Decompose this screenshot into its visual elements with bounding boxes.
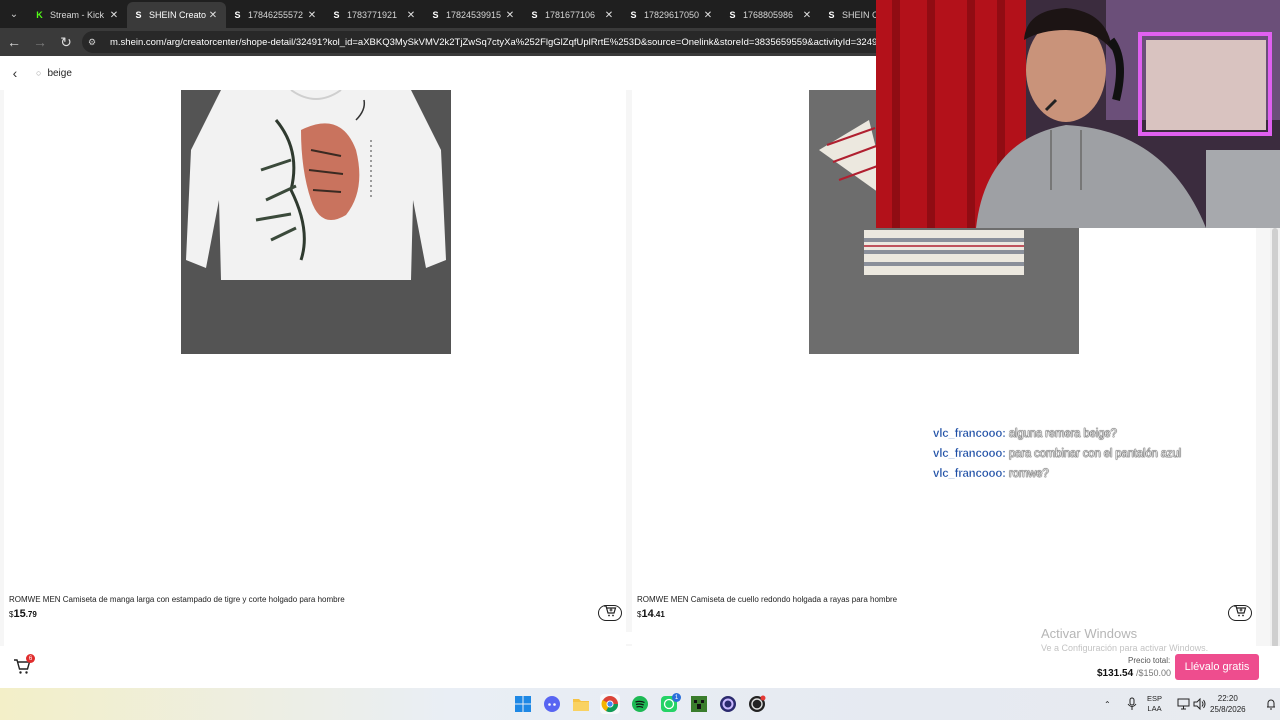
chat-text: para combinar con el pantalón azul xyxy=(1008,448,1182,460)
total-amount: $131.54 xyxy=(1097,668,1134,679)
clock-date: 25/8/2026 xyxy=(1210,705,1246,714)
keyboard-layout: LAA xyxy=(1147,704,1162,713)
notification-icon[interactable] xyxy=(1266,688,1276,720)
back-arrow-icon[interactable]: ← xyxy=(2,30,26,54)
chat-text: romwe? xyxy=(1008,468,1049,480)
close-icon[interactable]: ✕ xyxy=(305,10,319,21)
clock-time: 22:20 xyxy=(1217,694,1238,703)
shein-icon: S xyxy=(828,10,835,20)
stream-chat-overlay: vlc_francooo: alguna remera beige? vlc_f… xyxy=(933,428,1181,488)
page-back-icon[interactable]: ‹ xyxy=(0,65,30,81)
product-price: $14.41 xyxy=(637,608,665,620)
tab-shein-5[interactable]: S 17824539915 ✕ xyxy=(424,2,523,28)
price-cents: .41 xyxy=(653,610,665,619)
tab-label: 1781677106 xyxy=(545,10,596,20)
windows-activation-title: Activar Windows xyxy=(1041,626,1138,641)
price-main: 15 xyxy=(13,608,26,620)
tab-shein-3[interactable]: S 17846255572 ✕ xyxy=(226,2,325,28)
tab-shein-6[interactable]: S 1781677106 ✕ xyxy=(523,2,622,28)
app-icon[interactable] xyxy=(718,694,738,714)
close-icon[interactable]: ✕ xyxy=(107,10,121,21)
chat-username: vlc_francooo: xyxy=(933,428,1006,440)
tray-overflow-icon[interactable]: ⌃ xyxy=(1104,688,1111,720)
tab-label: 17846255572 xyxy=(248,10,304,20)
system-clock[interactable]: 22:20 25/8/2026 xyxy=(1210,693,1246,715)
microphone-icon[interactable] xyxy=(1127,688,1137,720)
shein-icon: S xyxy=(630,10,637,20)
tab-label: Stream - Kick xyxy=(50,10,105,20)
kick-icon: K xyxy=(36,10,43,20)
product-title[interactable]: ROMWE MEN Camiseta de manga larga con es… xyxy=(9,595,345,604)
search-input[interactable]: ○ beige xyxy=(36,68,72,79)
shein-icon: S xyxy=(531,10,538,20)
tab-stream-kick[interactable]: K Stream - Kick ✕ xyxy=(28,2,127,28)
free-shipping-threshold: /$150.00 xyxy=(1135,668,1171,678)
product-image-tiger-shirt[interactable] xyxy=(181,90,451,354)
chat-username: vlc_francooo: xyxy=(933,468,1006,480)
tab-shein-7[interactable]: S 17829617050 ✕ xyxy=(622,2,721,28)
discord-icon[interactable] xyxy=(542,694,562,714)
webcam-overlay xyxy=(876,0,1280,228)
product-price: $15.79 xyxy=(9,608,37,620)
tab-label: 1783771921 xyxy=(347,10,398,20)
file-explorer-icon[interactable] xyxy=(571,694,591,714)
total-label: Precio total: xyxy=(1128,656,1171,665)
input-language[interactable]: ESP LAA xyxy=(1147,694,1162,714)
product-title[interactable]: ROMWE MEN Camiseta de cuello redondo hol… xyxy=(637,595,897,604)
cart-count-badge: 6 xyxy=(26,654,35,663)
close-icon[interactable]: ✕ xyxy=(602,10,616,21)
forward-arrow-icon[interactable]: → xyxy=(28,30,52,54)
shein-icon: S xyxy=(333,10,340,20)
chrome-icon[interactable] xyxy=(600,694,620,714)
add-to-cart-button[interactable] xyxy=(1228,605,1252,621)
language-code: ESP xyxy=(1147,694,1163,703)
cart-plus-icon xyxy=(603,604,617,622)
price-main: 14 xyxy=(641,608,654,620)
chat-message: vlc_francooo: para combinar con el panta… xyxy=(933,448,1181,460)
site-info-icon[interactable]: ⚙ xyxy=(88,37,102,48)
close-icon[interactable]: ✕ xyxy=(800,10,814,21)
whatsapp-badge: 1 xyxy=(672,693,681,702)
tab-label: SHEIN Creator xyxy=(149,10,206,20)
chat-message: vlc_francooo: romwe? xyxy=(933,468,1181,480)
tab-search-chevron-icon[interactable]: ⌄ xyxy=(0,0,28,28)
windows-start-icon[interactable] xyxy=(513,694,533,714)
shein-icon: S xyxy=(234,10,241,20)
url-text[interactable]: m.shein.com/arg/creatorcenter/shope-deta… xyxy=(110,37,883,48)
tab-label: 17824539915 xyxy=(446,10,502,20)
search-icon: ○ xyxy=(36,68,42,78)
close-icon[interactable]: ✕ xyxy=(503,10,517,21)
minecraft-icon[interactable] xyxy=(689,694,709,714)
windows-activation-subtitle: Ve a Configuración para activar Windows. xyxy=(1041,643,1209,653)
close-icon[interactable]: ✕ xyxy=(206,10,220,21)
obs-icon[interactable] xyxy=(747,694,767,714)
tab-label: 1768805986 xyxy=(743,10,794,20)
chat-message: vlc_francooo: alguna remera beige? xyxy=(933,428,1181,440)
spotify-icon[interactable] xyxy=(630,694,650,714)
close-icon[interactable]: ✕ xyxy=(701,10,715,21)
shein-icon: S xyxy=(135,10,142,20)
tab-shein-8[interactable]: S 1768805986 ✕ xyxy=(721,2,820,28)
reload-icon[interactable]: ↻ xyxy=(54,30,78,54)
free-gift-button[interactable]: Llévalo gratis xyxy=(1175,654,1259,680)
product-card[interactable]: ROMWE MEN Camiseta de manga larga con es… xyxy=(4,90,626,664)
cart-plus-icon xyxy=(1233,604,1247,622)
search-value[interactable]: beige xyxy=(47,68,71,79)
close-icon[interactable]: ✕ xyxy=(404,10,418,21)
price-cents: .79 xyxy=(25,610,37,619)
volume-icon[interactable] xyxy=(1193,688,1206,720)
chat-text: alguna remera beige? xyxy=(1008,428,1117,440)
tab-shein-creator[interactable]: S SHEIN Creator ✕ xyxy=(127,2,226,28)
scrollbar-thumb[interactable] xyxy=(1272,228,1278,648)
windows-taskbar: 1 ⌃ ESP LAA 22:20 25/8/2026 xyxy=(0,688,1280,720)
shein-icon: S xyxy=(432,10,439,20)
add-to-cart-button[interactable] xyxy=(598,605,622,621)
network-icon[interactable] xyxy=(1177,688,1190,720)
tab-label: 17829617050 xyxy=(644,10,700,20)
shein-icon: S xyxy=(729,10,736,20)
tab-shein-4[interactable]: S 1783771921 ✕ xyxy=(325,2,424,28)
total-price: $131.54 /$150.00 xyxy=(1097,668,1171,679)
chat-username: vlc_francooo: xyxy=(933,448,1006,460)
